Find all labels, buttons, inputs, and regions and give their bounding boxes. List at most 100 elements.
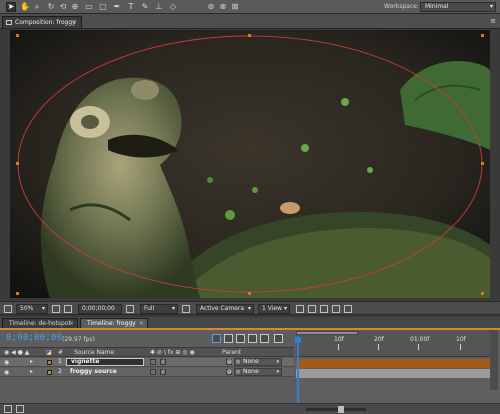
toggle-switches-icon[interactable] bbox=[4, 405, 12, 413]
eye-icon[interactable]: ◉ bbox=[4, 359, 9, 366]
view-layout-select[interactable]: 1 View bbox=[258, 304, 290, 314]
parent-select[interactable]: None bbox=[234, 358, 282, 366]
ruler-tick bbox=[378, 344, 379, 350]
pan-behind-tool-icon[interactable]: ⊕ bbox=[70, 2, 80, 12]
source-name-column[interactable]: Source Name bbox=[74, 349, 114, 357]
orbit-camera-tool-icon[interactable]: ⟲ bbox=[58, 2, 68, 12]
frame-rate: (29.97 fps) bbox=[62, 336, 95, 343]
work-area-bar[interactable] bbox=[296, 331, 358, 335]
frame-blending-icon[interactable] bbox=[248, 334, 257, 343]
motion-blur-icon[interactable] bbox=[260, 334, 269, 343]
always-preview-icon[interactable] bbox=[4, 305, 12, 313]
number-column: # bbox=[58, 349, 64, 356]
toggle-modes-icon[interactable] bbox=[16, 405, 24, 413]
frog-statue-image bbox=[10, 30, 490, 298]
timeline-panel: 0;00;00;00 (29.97 fps) ◉ ◀ ● ▲ ◪ # Sourc… bbox=[0, 330, 500, 414]
panel-menu-icon[interactable]: ≡ bbox=[490, 17, 496, 25]
3d-view-select[interactable]: Active Camera bbox=[196, 304, 254, 314]
shy-switch-icon[interactable] bbox=[150, 359, 156, 365]
draft-3d-icon[interactable] bbox=[224, 334, 233, 343]
parent-select[interactable]: None bbox=[234, 368, 282, 376]
quality-switch-icon[interactable]: / bbox=[160, 369, 166, 375]
tab-label: Timeline: froggy bbox=[87, 320, 136, 327]
ruler-tick bbox=[338, 344, 339, 350]
zoom-slider-track[interactable] bbox=[306, 408, 366, 411]
layer-row-froggy-source[interactable]: ◉ ▸ 2 froggy source / @ None bbox=[0, 368, 294, 377]
timeline-current-time[interactable]: 0;00;00;00 bbox=[6, 333, 62, 343]
zoom-slider-knob[interactable] bbox=[338, 406, 344, 413]
composition-icon bbox=[6, 20, 12, 25]
time-ruler[interactable]: 10f 20f 01:00f 10f bbox=[296, 330, 492, 357]
composition-tab-bar: Composition: froggy × ≡ bbox=[0, 14, 500, 29]
resolution-select[interactable]: Full bbox=[140, 304, 178, 314]
composition-tab-label: Composition: froggy bbox=[15, 19, 76, 26]
time-graph[interactable]: 10f 20f 01:00f 10f bbox=[295, 330, 500, 414]
switches-column-icon: ✱ ⊘ \ fx ⊞ ◎ ◉ bbox=[150, 349, 195, 356]
type-tool-icon[interactable]: T bbox=[126, 2, 136, 12]
timeline-button-icon[interactable] bbox=[320, 305, 328, 313]
clone-stamp-tool-icon[interactable]: ⊥ bbox=[154, 2, 164, 12]
show-snapshot-icon[interactable] bbox=[126, 305, 134, 313]
live-update-icon[interactable] bbox=[212, 334, 221, 343]
label-color-swatch[interactable] bbox=[47, 370, 52, 375]
current-time-field[interactable]: 0;00;00;00 bbox=[78, 304, 122, 314]
rectangle-tool-icon[interactable]: ▢ bbox=[98, 2, 108, 12]
close-tab-icon[interactable]: × bbox=[72, 17, 77, 28]
layer-name[interactable]: vignette bbox=[66, 358, 144, 366]
ruler-tick bbox=[418, 344, 419, 350]
layer-bar-vignette[interactable] bbox=[296, 359, 492, 368]
tools-panel: ➤ ✋ ⌕ ↻ ⟲ ⊕ ▭ ▢ ✒ T ✎ ⊥ ◇ ⊛ ⊗ ⊠ Workspac… bbox=[0, 0, 500, 14]
view-axis-icon[interactable]: ⊠ bbox=[230, 2, 240, 12]
av-switches-icon: ◉ ◀ ● ▲ bbox=[4, 349, 30, 356]
eraser-tool-icon[interactable]: ◇ bbox=[168, 2, 178, 12]
layer-number: 1 bbox=[58, 358, 62, 365]
workspace-select[interactable]: Minimal bbox=[420, 2, 496, 12]
ruler-label: 10f bbox=[334, 336, 344, 343]
snapshot-icon[interactable] bbox=[64, 305, 72, 313]
composition-viewer[interactable] bbox=[10, 30, 490, 298]
expand-triangle-icon[interactable]: ▸ bbox=[30, 368, 33, 375]
region-of-interest-icon[interactable] bbox=[182, 305, 190, 313]
fast-previews-icon[interactable] bbox=[308, 305, 316, 313]
quality-switch-icon[interactable]: / bbox=[160, 359, 166, 365]
pen-tool-icon[interactable]: ✒ bbox=[112, 2, 122, 12]
layer-number: 2 bbox=[58, 368, 62, 375]
layer-bar-froggy-source[interactable] bbox=[296, 369, 492, 378]
axis-mode-icon[interactable]: ⊛ bbox=[206, 2, 216, 12]
expand-triangle-icon[interactable]: ▸ bbox=[30, 358, 33, 365]
label-column-icon: ◪ bbox=[46, 349, 52, 356]
selection-tool-icon[interactable]: ➤ bbox=[6, 2, 16, 12]
pixel-aspect-icon[interactable] bbox=[296, 305, 304, 313]
hand-tool-icon[interactable]: ✋ bbox=[20, 2, 30, 12]
eye-icon[interactable]: ◉ bbox=[4, 369, 9, 376]
workspace-label: Workspace: bbox=[384, 3, 419, 10]
layer-column-header: ◉ ◀ ● ▲ ◪ # Source Name ✱ ⊘ \ fx ⊞ ◎ ◉ P… bbox=[0, 347, 294, 357]
tab-label: Timeline: de-hotspot bbox=[9, 320, 71, 327]
brush-tool-icon[interactable]: ✎ bbox=[140, 2, 150, 12]
layer-name[interactable]: froggy source bbox=[66, 368, 144, 376]
world-axis-icon[interactable]: ⊗ bbox=[218, 2, 228, 12]
layer-row-vignette[interactable]: ◉ ▸ 1 vignette / @ None bbox=[0, 358, 294, 367]
shy-layers-icon[interactable] bbox=[236, 334, 245, 343]
current-time-indicator-head[interactable] bbox=[295, 337, 301, 343]
rotate-tool-icon[interactable]: ↻ bbox=[46, 2, 56, 12]
parent-pickwhip-icon[interactable]: @ bbox=[226, 359, 232, 365]
exposure-icon[interactable] bbox=[344, 305, 352, 313]
timeline-footer bbox=[0, 403, 500, 414]
tab-composition-froggy[interactable]: Composition: froggy × bbox=[2, 16, 82, 28]
ruler-label: 10f bbox=[456, 336, 466, 343]
viewer-status-bar: 50% 0;00;00;00 Full Active Camera 1 View bbox=[0, 301, 500, 315]
ruler-tick bbox=[460, 344, 461, 350]
vertical-scrollbar[interactable] bbox=[490, 330, 498, 390]
safe-zones-icon[interactable] bbox=[52, 305, 60, 313]
parent-pickwhip-icon[interactable]: @ bbox=[226, 369, 232, 375]
shy-switch-icon[interactable] bbox=[150, 369, 156, 375]
ruler-label: 01:00f bbox=[410, 336, 430, 343]
parent-column: Parent bbox=[222, 349, 242, 356]
flowchart-icon[interactable] bbox=[332, 305, 340, 313]
zoom-tool-icon[interactable]: ⌕ bbox=[32, 2, 42, 12]
label-color-swatch[interactable] bbox=[47, 360, 52, 365]
graph-editor-icon[interactable] bbox=[274, 334, 283, 343]
rectangle-mask-tool-icon[interactable]: ▭ bbox=[84, 2, 94, 12]
magnification-select[interactable]: 50% bbox=[16, 304, 48, 314]
